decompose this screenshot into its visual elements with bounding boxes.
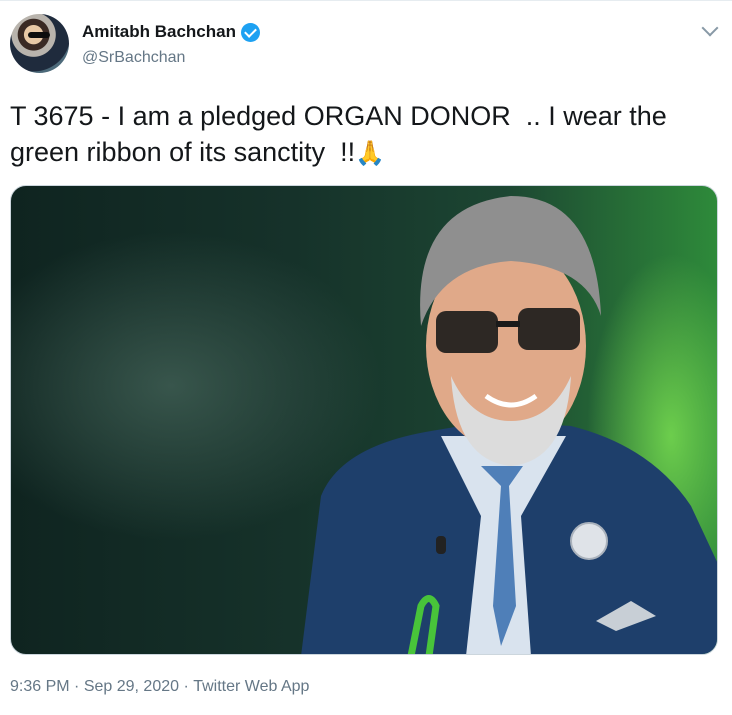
tweet-meta: 9:36 PM · Sep 29, 2020 · Twitter Web App xyxy=(10,678,309,696)
top-border xyxy=(0,0,732,1)
glasses-bridge xyxy=(496,321,520,327)
tweet-text: T 3675 - I am a pledged ORGAN DONOR .. I… xyxy=(10,98,722,172)
meta-separator-1: · xyxy=(69,678,84,695)
name-row[interactable]: Amitabh Bachchan xyxy=(82,22,260,42)
photo-illustration xyxy=(301,196,717,654)
chevron-down-icon[interactable] xyxy=(701,19,719,37)
folded-hands-icon: 🙏 xyxy=(355,140,386,167)
tweet-body: T 3675 - I am a pledged ORGAN DONOR .. I… xyxy=(10,101,675,167)
brooch xyxy=(570,522,608,560)
meta-separator-2: · xyxy=(179,678,194,695)
tweet-time[interactable]: 9:36 PM xyxy=(10,678,70,696)
display-name[interactable]: Amitabh Bachchan xyxy=(82,22,236,42)
tweet-photo[interactable] xyxy=(10,185,718,655)
user-handle[interactable]: @SrBachchan xyxy=(82,49,185,67)
tweet-date[interactable]: Sep 29, 2020 xyxy=(84,678,179,696)
tweet-header: Amitabh Bachchan @SrBachchan xyxy=(10,14,722,78)
tweet-source[interactable]: Twitter Web App xyxy=(193,678,309,696)
verified-badge-icon xyxy=(240,22,260,42)
glasses-right xyxy=(518,308,580,350)
avatar[interactable] xyxy=(10,14,69,73)
glasses-left xyxy=(436,311,498,353)
avatar-glasses xyxy=(28,32,50,38)
lapel-mic xyxy=(436,536,446,554)
